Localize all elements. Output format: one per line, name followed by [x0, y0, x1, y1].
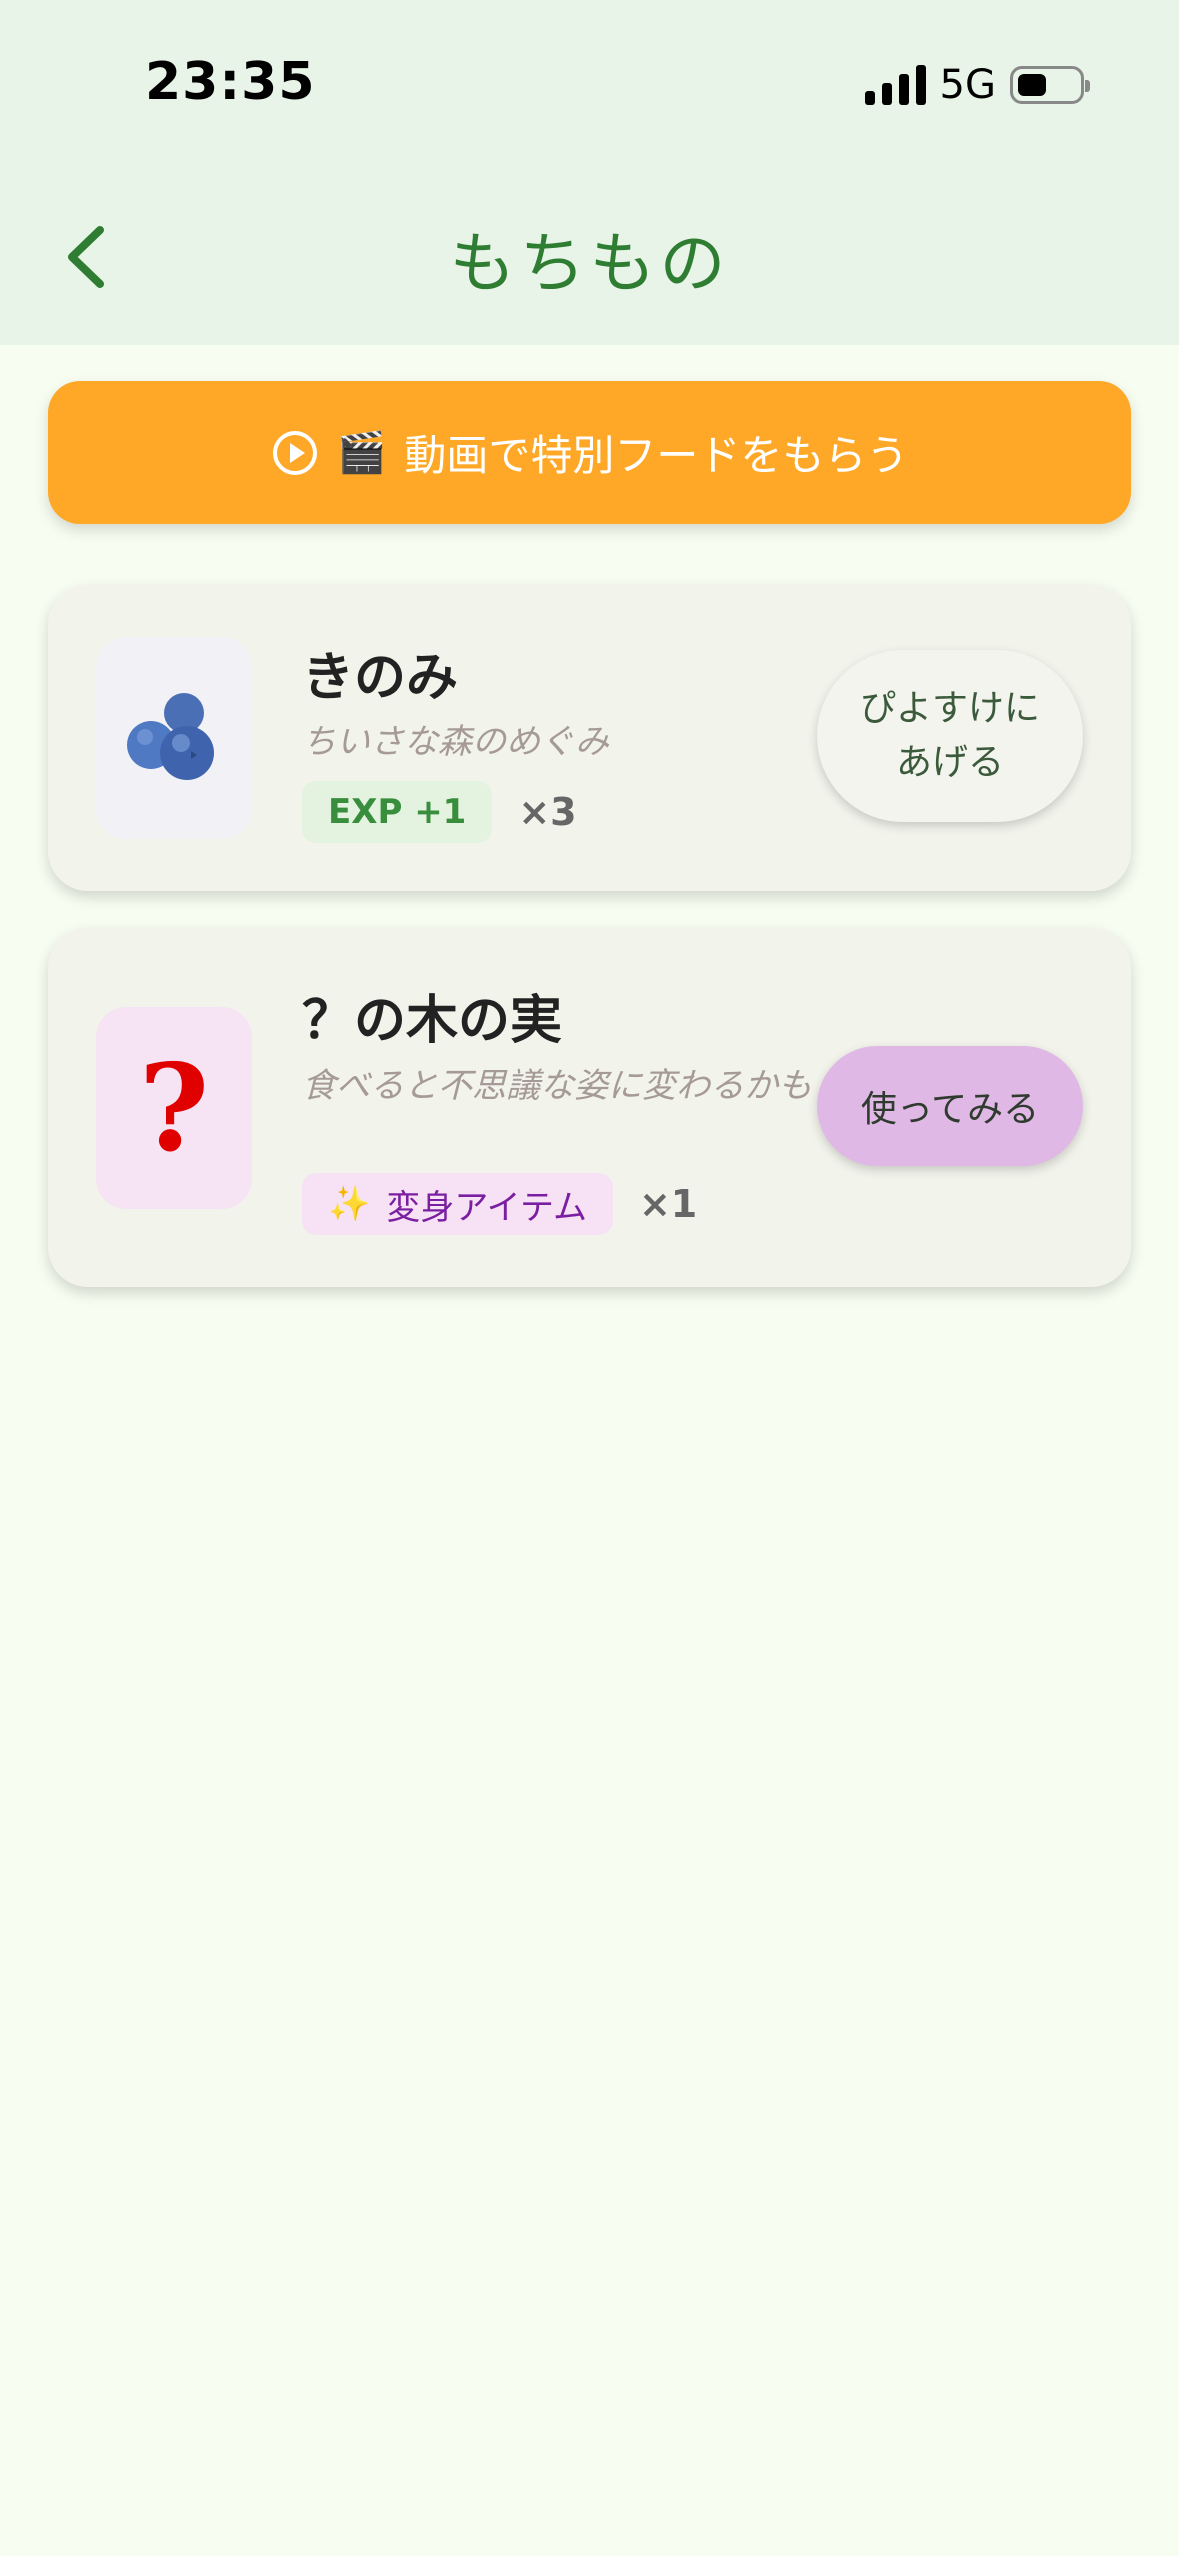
- item-tags: EXP +1 ×3: [302, 781, 577, 843]
- sparkles-icon: ✨: [328, 1184, 371, 1224]
- transform-badge: ✨ 変身アイテム: [302, 1173, 613, 1235]
- item-tags: ✨ 変身アイテム ×1: [302, 1173, 697, 1235]
- item-count: ×3: [518, 790, 577, 834]
- watch-video-button[interactable]: 🎬 動画で特別フードをもらう: [48, 381, 1131, 524]
- play-circle-icon: [272, 430, 317, 475]
- item-name: ？の木の実: [302, 991, 563, 1051]
- page-title: もちもの: [449, 225, 730, 302]
- feed-button[interactable]: ぴよすけに あげる: [817, 650, 1083, 822]
- blueberry-icon: [96, 637, 252, 839]
- item-card-mystery-fruit: ? ？の木の実 食べると不思議な姿に変わるかも ✨ 変身アイテム ×1 使ってみ…: [48, 928, 1131, 1287]
- signal-icon: [864, 65, 926, 105]
- question-mark-icon: ?: [96, 1007, 252, 1209]
- header: 23:35 5G もちもの: [0, 0, 1179, 345]
- network-label: 5G: [939, 62, 996, 108]
- use-item-button[interactable]: 使ってみる: [817, 1046, 1083, 1166]
- item-description: 食べると不思議な姿に変わるかも: [302, 1066, 812, 1106]
- item-name: きのみ: [302, 648, 459, 708]
- item-count: ×1: [638, 1182, 698, 1226]
- transform-badge-label: 変身アイテム: [386, 1187, 587, 1228]
- item-card-kinomi: きのみ ちいさな森のめぐみ EXP +1 ×3 ぴよすけに あげる: [48, 585, 1131, 891]
- battery-icon: [1010, 66, 1090, 104]
- status-time: 23:35: [145, 52, 316, 112]
- item-description: ちいさな森のめぐみ: [302, 722, 610, 762]
- status-indicators: 5G: [864, 62, 1090, 108]
- clapper-icon: 🎬: [336, 430, 387, 476]
- exp-badge: EXP +1: [302, 781, 493, 843]
- video-button-label: 動画で特別フードをもらう: [404, 431, 909, 480]
